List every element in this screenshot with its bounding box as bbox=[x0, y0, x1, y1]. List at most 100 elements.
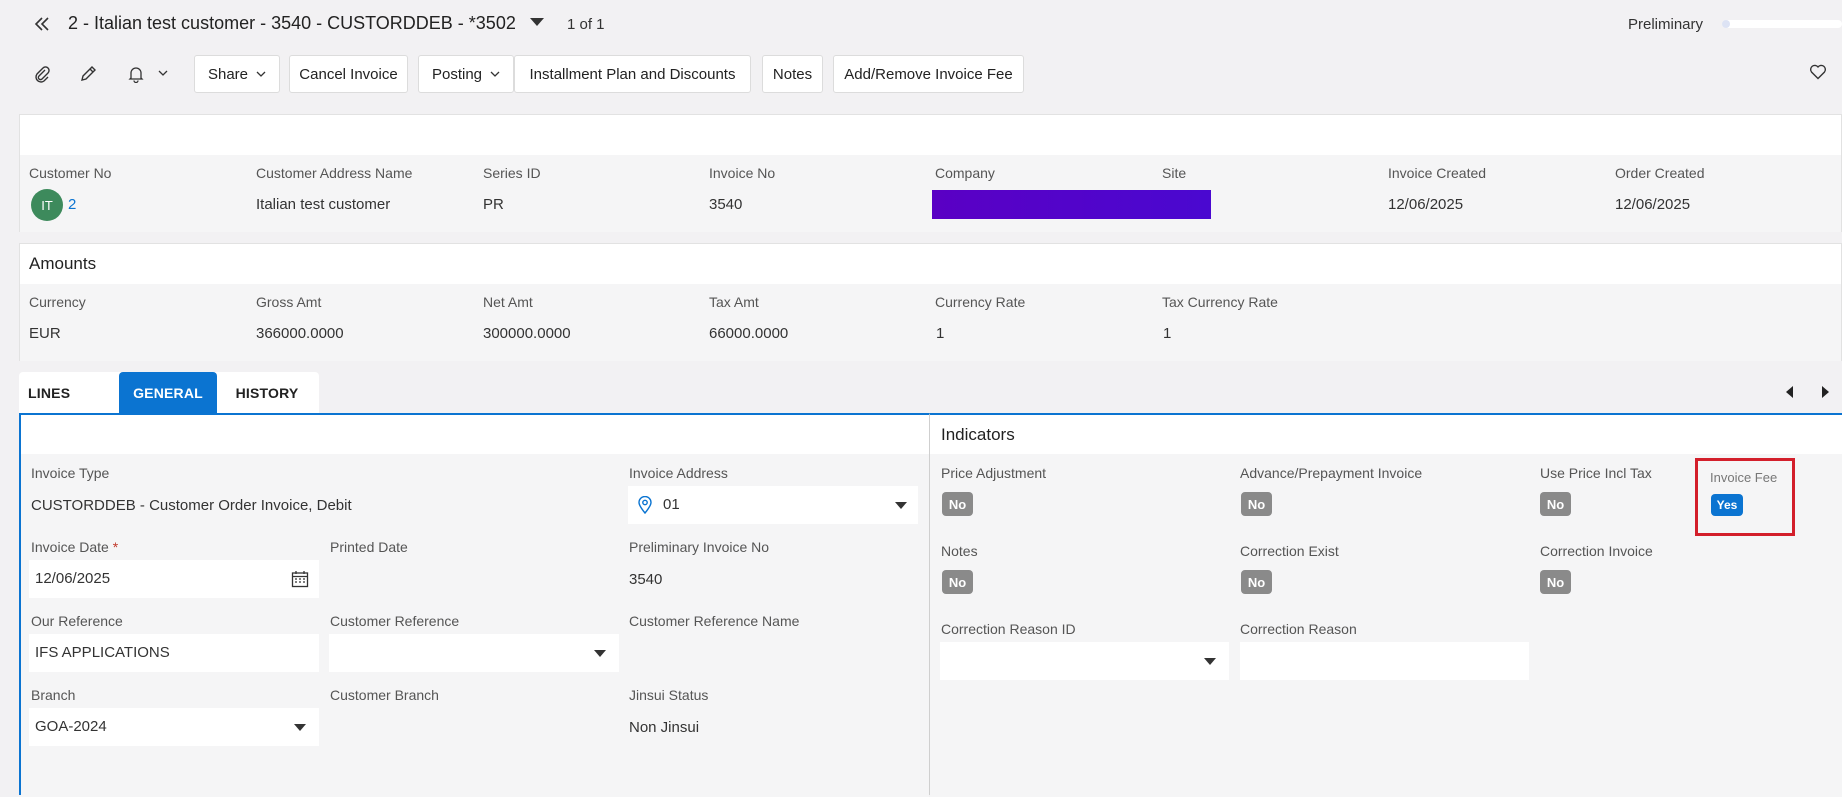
status-progress-bar bbox=[1722, 20, 1842, 28]
notes-indicator-label: Notes bbox=[941, 543, 978, 559]
cancel-invoice-label: Cancel Invoice bbox=[299, 65, 398, 83]
bell-chevron-down-icon[interactable] bbox=[156, 66, 170, 80]
branch-dropdown-icon bbox=[294, 724, 306, 731]
posting-button[interactable]: Posting bbox=[418, 55, 514, 93]
customer-no-label: Customer No bbox=[29, 165, 112, 181]
installment-plan-label: Installment Plan and Discounts bbox=[529, 65, 736, 83]
correction-reason-input[interactable] bbox=[1240, 642, 1529, 680]
posting-chevron-icon bbox=[490, 71, 500, 77]
location-pin-icon bbox=[638, 496, 652, 514]
series-id: PR bbox=[483, 196, 504, 213]
tab-general[interactable]: GENERAL bbox=[119, 372, 217, 413]
back-icon[interactable] bbox=[30, 12, 54, 36]
edit-icon[interactable] bbox=[76, 62, 100, 86]
customer-reference-name-label: Customer Reference Name bbox=[629, 613, 800, 629]
notes-indicator-badge: No bbox=[942, 570, 973, 594]
favorite-heart-icon[interactable] bbox=[1806, 60, 1830, 84]
record-count: 1 of 1 bbox=[567, 16, 605, 33]
invoice-type-value: CUSTORDDEB - Customer Order Invoice, Deb… bbox=[31, 497, 352, 514]
correction-exist-badge: No bbox=[1241, 570, 1272, 594]
currency-label: Currency bbox=[29, 294, 86, 310]
customer-no-link[interactable]: 2 bbox=[68, 196, 76, 213]
tab-history[interactable]: HISTORY bbox=[217, 372, 317, 413]
net-amt-value: 300000.0000 bbox=[483, 325, 571, 342]
printed-date-label: Printed Date bbox=[330, 539, 408, 555]
gross-amt-value: 366000.0000 bbox=[256, 325, 344, 342]
installment-plan-button[interactable]: Installment Plan and Discounts bbox=[514, 55, 751, 93]
currency-value: EUR bbox=[29, 325, 61, 342]
scroll-right-icon[interactable] bbox=[1822, 386, 1829, 398]
tax-amt-label: Tax Amt bbox=[709, 294, 759, 310]
cancel-invoice-button[interactable]: Cancel Invoice bbox=[289, 55, 408, 93]
scroll-left-icon[interactable] bbox=[1786, 386, 1793, 398]
tax-currency-rate-value: 1 bbox=[1163, 325, 1172, 342]
posting-label: Posting bbox=[431, 65, 483, 83]
currency-rate-label: Currency Rate bbox=[935, 294, 1026, 310]
jinsui-status-label: Jinsui Status bbox=[629, 687, 709, 703]
correction-invoice-badge: No bbox=[1540, 570, 1571, 594]
tab-history-label: HISTORY bbox=[235, 384, 299, 401]
add-remove-invoice-fee-button[interactable]: Add/Remove Invoice Fee bbox=[833, 55, 1024, 93]
price-adjustment-label: Price Adjustment bbox=[941, 465, 1047, 481]
customer-branch-label: Customer Branch bbox=[330, 687, 439, 703]
invoice-fee-label: Invoice Fee bbox=[1710, 470, 1778, 485]
customer-reference-select[interactable] bbox=[329, 634, 619, 672]
summary-card: Customer No IT 2 Customer Address Name I… bbox=[19, 114, 1842, 232]
add-remove-invoice-fee-label: Add/Remove Invoice Fee bbox=[844, 65, 1013, 83]
avatar: IT bbox=[31, 189, 63, 221]
indicators-panel: Indicators Price Adjustment No Advance/P… bbox=[929, 413, 1842, 797]
jinsui-status-value: Non Jinsui bbox=[629, 719, 700, 736]
branch-value: GOA-2024 bbox=[35, 718, 107, 735]
preliminary-invoice-no-value: 3540 bbox=[629, 571, 663, 588]
branch-select[interactable]: GOA-2024 bbox=[29, 708, 319, 746]
customer-address-name-label: Customer Address Name bbox=[256, 165, 413, 181]
invoice-no-label: Invoice No bbox=[709, 165, 776, 181]
advance-prepayment-badge: No bbox=[1241, 492, 1272, 516]
bell-icon[interactable] bbox=[124, 62, 148, 86]
advance-prepayment-label: Advance/Prepayment Invoice bbox=[1240, 465, 1423, 481]
invoice-no: 3540 bbox=[709, 196, 743, 213]
invoice-address-value: 01 bbox=[663, 496, 680, 513]
preliminary-invoice-no-label: Preliminary Invoice No bbox=[629, 539, 770, 555]
title-dropdown-icon[interactable] bbox=[530, 18, 544, 26]
order-created: 12/06/2025 bbox=[1615, 196, 1691, 213]
invoice-date-input[interactable]: 12/06/2025 bbox=[29, 560, 319, 598]
use-price-incl-tax-label: Use Price Incl Tax bbox=[1540, 465, 1652, 481]
customer-reference-label: Customer Reference bbox=[330, 613, 460, 629]
invoice-date-value: 12/06/2025 bbox=[35, 570, 111, 587]
customer-address-name: Italian test customer bbox=[256, 196, 391, 213]
net-amt-label: Net Amt bbox=[483, 294, 533, 310]
correction-reason-id-select[interactable] bbox=[940, 642, 1229, 680]
share-button-label: Share bbox=[207, 65, 249, 83]
tab-lines-label: LINES bbox=[28, 384, 71, 401]
indicators-title: Indicators bbox=[941, 425, 1015, 444]
invoice-date-label: Invoice Date * bbox=[31, 539, 118, 555]
invoice-date-label-text: Invoice Date bbox=[31, 539, 109, 555]
redacted-company-site bbox=[932, 190, 1211, 219]
tax-amt-value: 66000.0000 bbox=[709, 325, 789, 342]
general-panel: Invoice Type CUSTORDDEB - Customer Order… bbox=[19, 413, 929, 797]
branch-label: Branch bbox=[31, 687, 76, 703]
customer-reference-dropdown-icon bbox=[594, 650, 606, 657]
notes-button-label: Notes bbox=[772, 65, 813, 83]
invoice-created-label: Invoice Created bbox=[1388, 165, 1487, 181]
invoice-created: 12/06/2025 bbox=[1388, 196, 1464, 213]
attachment-icon[interactable] bbox=[30, 62, 54, 86]
amounts-card: Amounts Currency EUR Gross Amt 366000.00… bbox=[19, 243, 1842, 361]
status-progress-fill bbox=[1722, 20, 1730, 28]
amounts-title: Amounts bbox=[29, 254, 97, 273]
invoice-address-label: Invoice Address bbox=[629, 465, 728, 481]
our-reference-input[interactable]: IFS APPLICATIONS bbox=[29, 634, 319, 672]
share-button[interactable]: Share bbox=[194, 55, 280, 93]
tax-currency-rate-label: Tax Currency Rate bbox=[1162, 294, 1278, 310]
tab-general-label: GENERAL bbox=[133, 384, 203, 401]
price-adjustment-badge: No bbox=[942, 492, 973, 516]
notes-button[interactable]: Notes bbox=[762, 55, 823, 93]
gross-amt-label: Gross Amt bbox=[256, 294, 322, 310]
use-price-incl-tax-badge: No bbox=[1540, 492, 1571, 516]
invoice-fee-badge: Yes bbox=[1711, 494, 1743, 516]
tab-lines[interactable]: LINES bbox=[19, 372, 119, 413]
calendar-icon[interactable] bbox=[291, 570, 309, 588]
invoice-address-select[interactable]: 01 bbox=[628, 486, 918, 524]
order-created-label: Order Created bbox=[1615, 165, 1705, 181]
